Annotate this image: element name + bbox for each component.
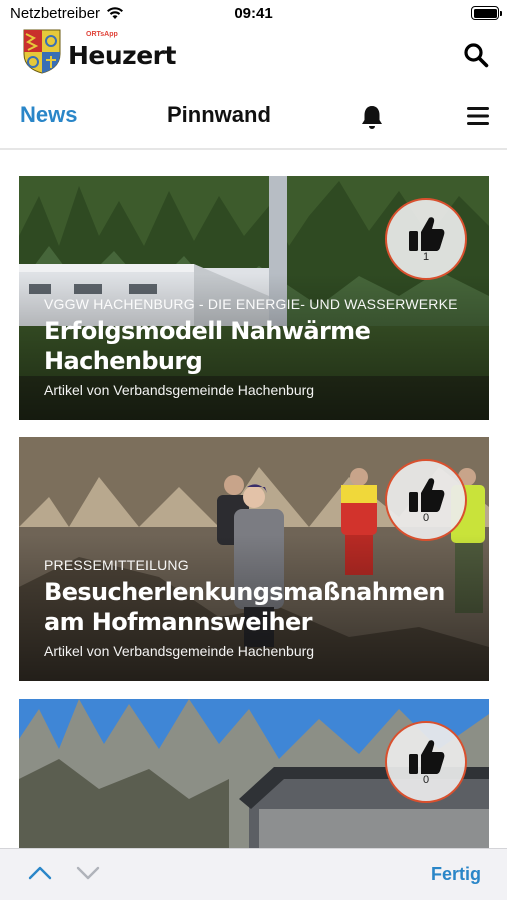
carrier-info: Netzbetreiber — [10, 5, 124, 22]
thumbs-up-icon — [409, 740, 445, 774]
menu-icon[interactable] — [467, 106, 489, 126]
article-title[interactable]: Besucherlenkungsmaßnahmen am Hofmannswei… — [44, 577, 469, 637]
like-button[interactable]: 1 — [385, 198, 467, 280]
article-text: Pressemitteilung Besucherlenkungsmaßnahm… — [44, 557, 469, 659]
tab-news[interactable]: News — [20, 102, 77, 128]
battery-icon — [471, 6, 502, 20]
news-feed[interactable]: 1 VGGW Hachenburg - Die Energie- und Was… — [0, 150, 507, 848]
crest-logo-icon — [23, 29, 61, 74]
thumbs-up-icon — [409, 478, 445, 512]
article-card[interactable]: 1 VGGW Hachenburg - Die Energie- und Was… — [19, 176, 489, 420]
thumbs-up-icon — [409, 217, 445, 251]
like-button[interactable]: 0 — [385, 459, 467, 541]
done-button[interactable]: Fertig — [431, 864, 481, 885]
tab-bar: News Pinnwand — [0, 98, 507, 140]
status-bar: Netzbetreiber 09:41 — [0, 0, 507, 26]
app-name: Heuzert — [68, 40, 176, 70]
chevron-down-icon[interactable] — [76, 865, 100, 881]
article-title[interactable]: Erfolgsmodell Nahwärme Hachenburg — [44, 316, 469, 376]
bell-icon[interactable] — [360, 104, 384, 130]
article-author: Artikel von Verbandsgemeinde Hachenburg — [44, 643, 315, 659]
brand-tag: ORTsApp — [86, 31, 118, 38]
article-author: Artikel von Verbandsgemeinde Hachenburg — [44, 382, 315, 398]
like-count: 0 — [422, 512, 430, 524]
search-icon[interactable] — [463, 42, 489, 68]
article-card[interactable]: 0 Pressemitteilung Besucherlenkungsmaßna… — [19, 437, 489, 681]
keyboard-toolbar: Fertig — [0, 848, 507, 900]
like-button[interactable]: 0 — [385, 721, 467, 803]
app-header: ORTsApp Heuzert — [0, 26, 507, 84]
chevron-up-icon[interactable] — [28, 865, 52, 881]
brand-prefix: ORTs — [86, 30, 105, 38]
like-count: 0 — [422, 774, 430, 786]
like-count: 1 — [422, 251, 430, 263]
article-category: Pressemitteilung — [44, 557, 189, 573]
wifi-icon — [107, 7, 124, 19]
app-logo[interactable]: ORTsApp Heuzert — [22, 28, 176, 74]
tab-pinnwand[interactable]: Pinnwand — [167, 102, 271, 128]
article-text: VGGW Hachenburg - Die Energie- und Wasse… — [44, 296, 469, 398]
article-card[interactable]: 0 — [19, 699, 489, 848]
article-category: VGGW Hachenburg - Die Energie- und Wasse… — [44, 296, 458, 312]
brand-suffix: App — [104, 30, 118, 38]
carrier-name: Netzbetreiber — [10, 4, 101, 22]
